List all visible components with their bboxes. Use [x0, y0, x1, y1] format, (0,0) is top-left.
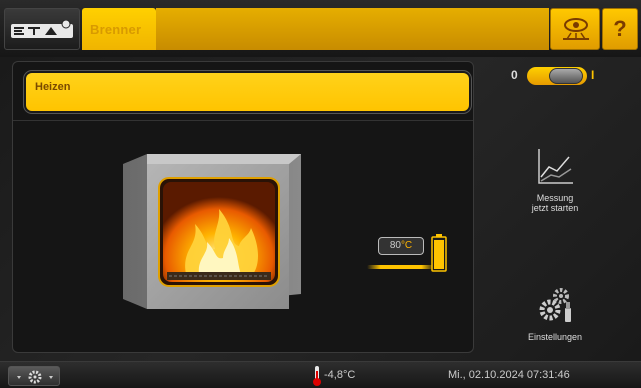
eye-icon: [563, 18, 589, 40]
toggle-off-label: 0: [511, 68, 518, 82]
temperature-value: 80: [389, 240, 401, 251]
gears-icon: [539, 288, 571, 322]
measure-label-line2: jetzt starten: [531, 203, 579, 213]
toggle-knob[interactable]: [549, 68, 583, 84]
settings-label: Einstellungen: [527, 332, 583, 342]
tab-brenner[interactable]: Brenner: [82, 8, 156, 50]
measure-label-line1: Messung: [536, 193, 574, 203]
date-time: Mi., 02.10.2024 07:31:46: [448, 369, 570, 381]
tab-brenner-label: Brenner: [90, 22, 142, 37]
home-button[interactable]: [4, 8, 80, 50]
content-area: Heizen 80°C 0 I Messung jetzt starten Ei…: [0, 57, 641, 361]
view-button[interactable]: [550, 8, 600, 50]
status-bar: Heizen: [26, 73, 469, 111]
bottom-bar: -4,8°C Mi., 02.10.2024 07:31:46: [0, 361, 641, 388]
boiler-temperature: 80°C: [378, 237, 424, 255]
top-bar: Brenner ?: [0, 0, 641, 57]
temperature-bar: [367, 265, 435, 269]
eta-logo-icon: [11, 20, 73, 38]
settings-button[interactable]: Einstellungen: [500, 282, 610, 357]
thermometer-icon: [313, 366, 321, 386]
outside-temperature: -4,8°C: [324, 369, 356, 381]
main-panel: Heizen 80°C: [12, 61, 474, 353]
start-measurement-button[interactable]: Messung jetzt starten: [500, 147, 610, 237]
status-text: Heizen: [35, 81, 71, 93]
tab-strip: [156, 8, 549, 50]
boiler-illustration: [123, 154, 301, 309]
burner-toggle[interactable]: 0 I: [507, 65, 607, 87]
gear-icon: [17, 370, 53, 384]
temperature-unit: °C: [400, 240, 413, 251]
help-button[interactable]: ?: [602, 8, 638, 50]
system-settings-button[interactable]: [8, 366, 60, 386]
toggle-on-label: I: [591, 68, 595, 82]
buffer-tank-icon: [431, 234, 447, 272]
chart-line-icon: [538, 149, 573, 184]
divider: [13, 120, 473, 121]
